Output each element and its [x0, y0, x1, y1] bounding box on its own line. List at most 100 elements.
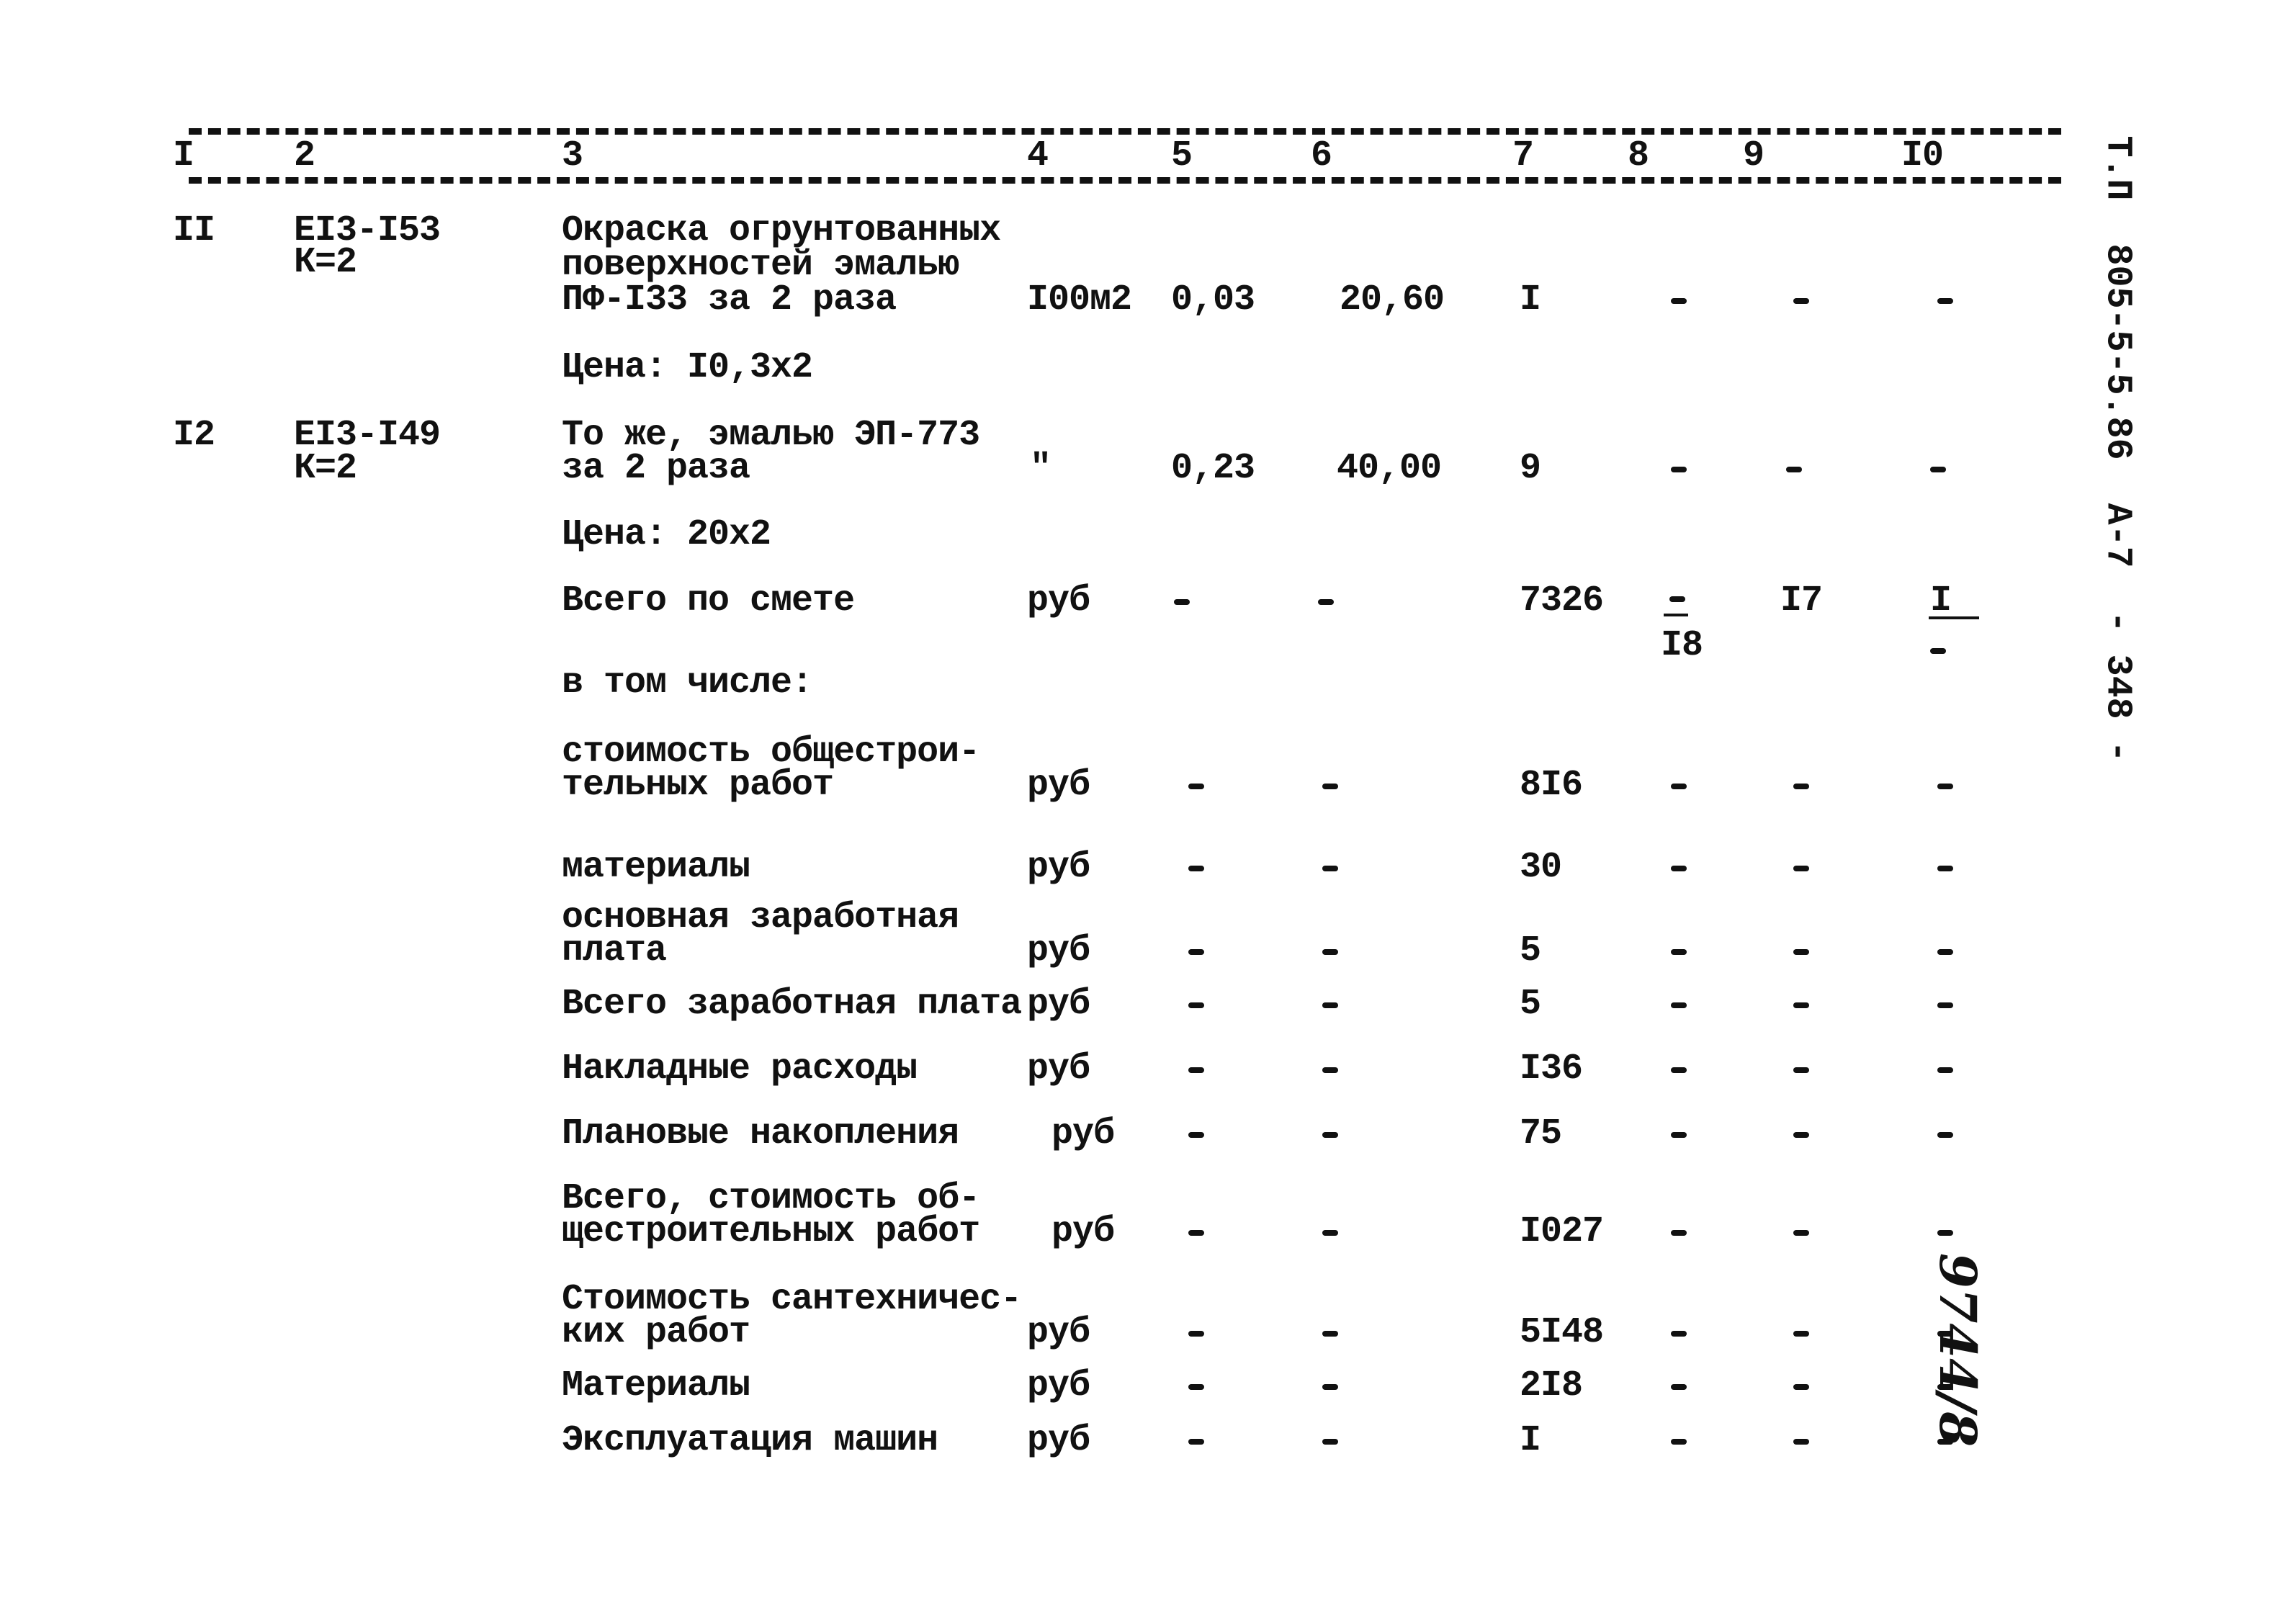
- summary-label-line: ких работ: [562, 1312, 750, 1353]
- col-header-3: 3: [562, 135, 583, 176]
- summary-col5-dash: [1188, 1439, 1204, 1445]
- summary-col10-dash: [1937, 784, 1953, 789]
- total-col8-top-dash: [1669, 596, 1685, 602]
- summary-col10-dash: [1937, 1067, 1953, 1073]
- summary-col8-dash: [1671, 784, 1687, 789]
- summary-label-line: материалы: [562, 847, 750, 888]
- row-col9-dash: [1786, 467, 1802, 472]
- summary-cost: I: [1520, 1420, 1541, 1461]
- summary-label-line: Плановые накопления: [562, 1113, 959, 1154]
- row-price-note: Цена: 20x2: [562, 514, 771, 555]
- col-header-4: 4: [1027, 135, 1049, 176]
- col-header-5: 5: [1171, 135, 1193, 176]
- summary-cost: 5I48: [1520, 1312, 1604, 1353]
- summary-col6-dash: [1322, 1439, 1338, 1445]
- summary-unit: руб: [1027, 1049, 1090, 1090]
- summary-unit: руб: [1027, 1365, 1090, 1406]
- total-col10-fraction-line: [1929, 616, 1979, 619]
- summary-cost: 5: [1520, 984, 1541, 1025]
- summary-label-line: Эксплуатация машин: [562, 1420, 938, 1461]
- summary-col5-dash: [1188, 1384, 1204, 1390]
- row-number: I2: [173, 415, 215, 456]
- row-unit: I00м2: [1027, 279, 1132, 320]
- col-header-8: 8: [1628, 135, 1649, 176]
- summary-col6-dash: [1322, 1384, 1338, 1390]
- row-desc-line: за 2 раза: [562, 448, 750, 489]
- summary-cost: I027: [1520, 1211, 1604, 1252]
- row-number: II: [173, 210, 215, 251]
- including-label: в том числе:: [562, 663, 813, 704]
- summary-col10-dash: [1937, 949, 1953, 955]
- summary-col8-dash: [1671, 866, 1687, 871]
- col-header-1: I: [173, 135, 194, 176]
- row-qty: 0,03: [1171, 279, 1255, 320]
- summary-col5-dash: [1188, 1230, 1204, 1236]
- row-qty: 0,23: [1171, 448, 1255, 489]
- summary-col5-dash: [1188, 1002, 1204, 1008]
- summary-col9-dash: [1793, 1002, 1809, 1008]
- summary-unit: руб: [1027, 847, 1090, 888]
- summary-cost: 30: [1520, 847, 1562, 888]
- summary-label-line: тельных работ: [562, 765, 834, 806]
- summary-col6-dash: [1322, 949, 1338, 955]
- summary-col6-dash: [1322, 1230, 1338, 1236]
- row-code-coef: К=2: [294, 448, 357, 489]
- summary-label-line: Материалы: [562, 1365, 750, 1406]
- total-col8-fraction-line: [1664, 614, 1688, 616]
- total-label: Всего по смете: [562, 580, 855, 621]
- summary-label-line: Всего заработная плата: [562, 984, 1022, 1025]
- summary-col8-dash: [1671, 1067, 1687, 1073]
- summary-unit: руб: [1027, 765, 1090, 806]
- summary-unit: руб: [1027, 984, 1090, 1025]
- summary-cost: 8I6: [1520, 765, 1583, 806]
- summary-col8-dash: [1671, 1132, 1687, 1138]
- row-cost: I: [1520, 279, 1541, 320]
- summary-col10-dash: [1937, 1132, 1953, 1138]
- row-col8-dash: [1671, 298, 1687, 304]
- summary-col8-dash: [1671, 1230, 1687, 1236]
- header-bottom-rule: [189, 177, 2061, 184]
- total-col10-top: I: [1930, 580, 1952, 621]
- total-cost: 7326: [1520, 580, 1604, 621]
- total-col8-bottom: I8: [1661, 625, 1703, 666]
- row-col10-dash: [1930, 467, 1946, 472]
- summary-col9-dash: [1793, 1331, 1809, 1337]
- summary-col9-dash: [1793, 949, 1809, 955]
- summary-col5-dash: [1188, 1132, 1204, 1138]
- summary-label-line: щестроительных работ: [562, 1211, 980, 1252]
- summary-col8-dash: [1671, 1002, 1687, 1008]
- summary-col9-dash: [1793, 866, 1809, 871]
- row-col9-dash: [1793, 298, 1809, 304]
- summary-label-line: плата: [562, 930, 667, 971]
- summary-col10-dash: [1937, 1002, 1953, 1008]
- row-desc-line: ПФ-I33 за 2 раза: [562, 279, 897, 320]
- summary-col8-dash: [1671, 1384, 1687, 1390]
- row-price: 40,00: [1337, 448, 1442, 489]
- col-header-6: 6: [1311, 135, 1332, 176]
- summary-col5-dash: [1188, 1331, 1204, 1337]
- summary-col9-dash: [1793, 1230, 1809, 1236]
- summary-cost: 5: [1520, 930, 1541, 971]
- row-desc-line: поверхностей эмалью: [562, 245, 959, 286]
- summary-col6-dash: [1322, 1002, 1338, 1008]
- row-unit-ditto: ": [1030, 448, 1051, 489]
- side-stamp-text: Т.П 805-5-5.86 А-7 - 348 -: [2097, 135, 2138, 763]
- summary-col6-dash: [1322, 1132, 1338, 1138]
- summary-col8-dash: [1671, 949, 1687, 955]
- total-unit: руб: [1027, 580, 1090, 621]
- summary-col9-dash: [1793, 1384, 1809, 1390]
- summary-col6-dash: [1322, 1331, 1338, 1337]
- summary-cost: 2I8: [1520, 1365, 1583, 1406]
- summary-col5-dash: [1188, 949, 1204, 955]
- row-cost: 9: [1520, 448, 1541, 489]
- summary-col6-dash: [1322, 1067, 1338, 1073]
- total-col5-dash: [1174, 599, 1190, 605]
- summary-col6-dash: [1322, 784, 1338, 789]
- summary-col5-dash: [1188, 1067, 1204, 1073]
- summary-unit: руб: [1027, 930, 1090, 971]
- row-price: 20,60: [1340, 279, 1445, 320]
- summary-col9-dash: [1793, 1439, 1809, 1445]
- summary-label-line: Накладные расходы: [562, 1049, 918, 1090]
- summary-unit: руб: [1027, 1312, 1090, 1353]
- total-col9: I7: [1780, 580, 1823, 621]
